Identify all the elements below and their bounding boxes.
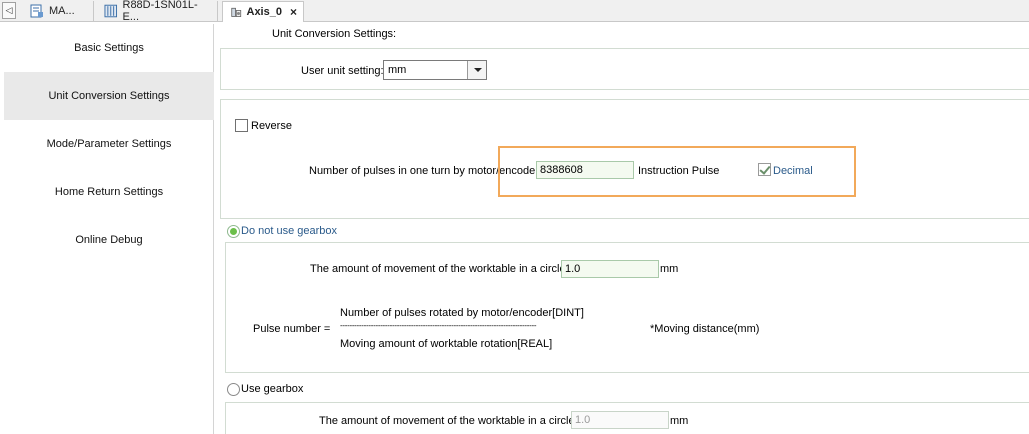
tab-bar: ◁ MA... R88D-1SN01L-E... Axis_0 × <box>0 0 1029 23</box>
formula-suffix: *Moving distance(mm) <box>650 323 760 335</box>
movement-field[interactable]: 1.0 <box>561 260 659 278</box>
settings-sidebar: Basic Settings Unit Conversion Settings … <box>4 24 214 434</box>
tab-main-program[interactable]: MA... <box>22 1 94 21</box>
tab-label: MA... <box>49 5 75 17</box>
sidebar-item-unit-conversion-settings[interactable]: Unit Conversion Settings <box>4 72 214 120</box>
movement-label: The amount of movement of the worktable … <box>310 263 569 275</box>
servo-drive-icon <box>104 4 118 18</box>
user-unit-select[interactable]: mm <box>383 60 487 80</box>
gearbox-movement-label: The amount of movement of the worktable … <box>319 415 578 427</box>
formula-divider: ----------------------------------------… <box>340 321 537 330</box>
user-unit-label: User unit setting: <box>301 65 384 77</box>
use-gearbox-group: The amount of movement of the worktable … <box>225 402 1029 434</box>
reverse-label: Reverse <box>251 120 292 132</box>
gearbox-movement-unit: mm <box>670 415 689 427</box>
use-gearbox-label: Use gearbox <box>241 383 304 395</box>
sidebar-item-online-debug[interactable]: Online Debug <box>4 216 214 264</box>
sidebar-item-label: Online Debug <box>75 234 143 246</box>
chevron-down-icon[interactable] <box>467 61 486 79</box>
formula-prefix: Pulse number = <box>253 323 331 335</box>
sidebar-item-label: Home Return Settings <box>54 186 164 198</box>
program-icon <box>30 4 43 18</box>
sidebar-item-mode-parameter-settings[interactable]: Mode/Parameter Settings <box>4 120 214 168</box>
formula-denominator: Moving amount of worktable rotation[REAL… <box>340 338 553 350</box>
no-gearbox-label: Do not use gearbox <box>241 225 338 237</box>
section-title: Unit Conversion Settings: <box>272 28 397 40</box>
user-unit-group: User unit setting: mm <box>220 48 1029 90</box>
gearbox-movement-field[interactable]: 1.0 <box>571 411 669 429</box>
user-unit-value: mm <box>388 64 407 76</box>
tab-label: R88D-1SN01L-E... <box>122 0 198 23</box>
no-gearbox-radio[interactable] <box>227 225 240 238</box>
no-gearbox-group: The amount of movement of the worktable … <box>225 242 1029 373</box>
tab-axis-0[interactable]: Axis_0 × <box>222 1 304 22</box>
sidebar-item-home-return-settings[interactable]: Home Return Settings <box>4 168 214 216</box>
unit-conversion-panel: Unit Conversion Settings: User unit sett… <box>218 24 1029 434</box>
close-icon[interactable]: × <box>290 5 297 19</box>
sidebar-item-label: Basic Settings <box>74 42 144 54</box>
axis-icon <box>231 7 242 17</box>
formula-numerator: Number of pulses rotated by motor/encode… <box>340 307 584 319</box>
tab-label: Axis_0 <box>246 6 282 18</box>
sidebar-item-basic-settings[interactable]: Basic Settings <box>4 24 214 72</box>
reverse-checkbox[interactable] <box>235 119 248 132</box>
tab-scroll-left-button[interactable]: ◁ <box>2 2 16 19</box>
tab-servo-drive[interactable]: R88D-1SN01L-E... <box>96 0 218 23</box>
use-gearbox-radio[interactable] <box>227 383 240 396</box>
sidebar-item-label: Unit Conversion Settings <box>48 90 170 102</box>
movement-unit: mm <box>660 263 679 275</box>
highlight-box <box>498 146 856 197</box>
sidebar-item-label: Mode/Parameter Settings <box>46 138 172 150</box>
